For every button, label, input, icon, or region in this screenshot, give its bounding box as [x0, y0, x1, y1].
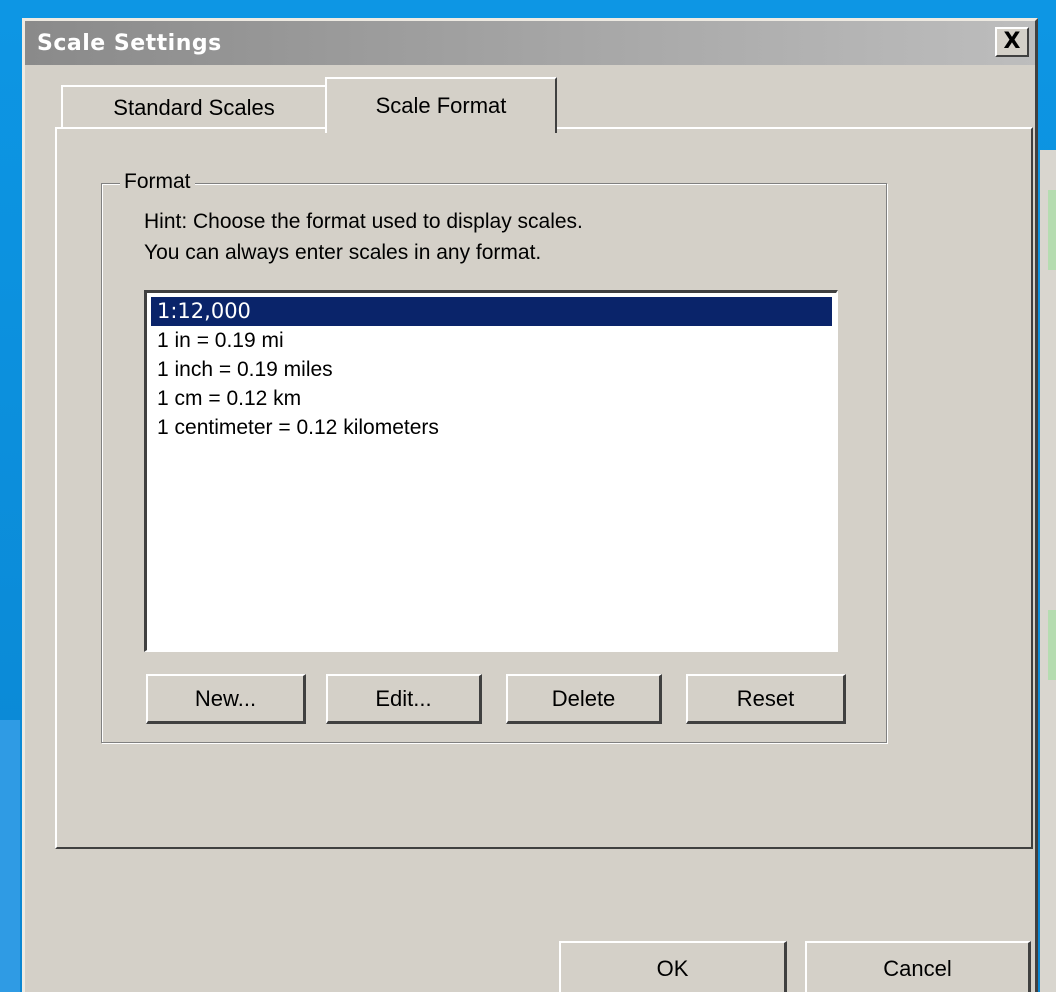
- close-icon: X: [1003, 29, 1021, 54]
- ok-button[interactable]: OK: [559, 941, 787, 992]
- background-map-fragment: [1048, 610, 1056, 680]
- list-item[interactable]: 1 in = 0.19 mi: [151, 326, 832, 355]
- tab-standard-scales[interactable]: Standard Scales: [61, 85, 327, 129]
- tab-label: Scale Format: [375, 93, 507, 118]
- scale-settings-dialog: Scale Settings X Standard Scales Scale F…: [22, 18, 1038, 992]
- close-button[interactable]: X: [995, 27, 1029, 57]
- title-bar[interactable]: Scale Settings X: [25, 21, 1035, 65]
- list-item[interactable]: 1:12,000: [151, 297, 832, 326]
- window-title: Scale Settings: [37, 30, 222, 56]
- list-item[interactable]: 1 centimeter = 0.12 kilometers: [151, 413, 832, 442]
- tab-panel-scale-format: Format Hint: Choose the format used to d…: [55, 127, 1033, 849]
- list-item[interactable]: 1 cm = 0.12 km: [151, 384, 832, 413]
- list-item[interactable]: 1 inch = 0.19 miles: [151, 355, 832, 384]
- format-group: Format Hint: Choose the format used to d…: [101, 170, 887, 743]
- tab-scale-format[interactable]: Scale Format: [325, 77, 557, 139]
- background-window-edge: [1040, 150, 1056, 992]
- tab-join: [327, 131, 555, 139]
- background-map-fragment: [1048, 190, 1056, 270]
- cancel-button[interactable]: Cancel: [805, 941, 1031, 992]
- new-button[interactable]: New...: [146, 674, 306, 724]
- group-legend: Format: [120, 170, 195, 194]
- tab-label: Standard Scales: [113, 95, 275, 120]
- reset-button[interactable]: Reset: [686, 674, 846, 724]
- scale-format-list[interactable]: 1:12,000 1 in = 0.19 mi 1 inch = 0.19 mi…: [144, 290, 838, 652]
- hint-line: You can always enter scales in any forma…: [144, 241, 542, 264]
- hint-text: Hint: Choose the format used to display …: [144, 206, 864, 268]
- hint-line: Hint: Choose the format used to display …: [144, 210, 583, 233]
- delete-button[interactable]: Delete: [506, 674, 662, 724]
- edit-button[interactable]: Edit...: [326, 674, 482, 724]
- background-desktop-fragment: [0, 720, 20, 992]
